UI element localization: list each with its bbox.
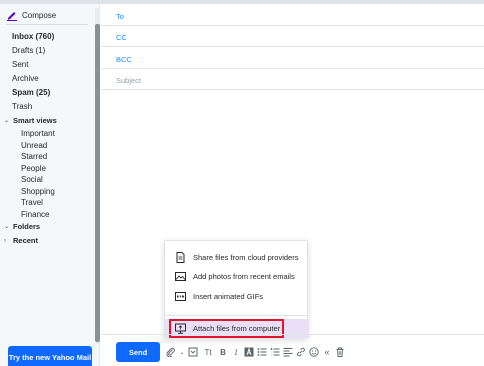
pencil-icon [7,12,17,21]
trash-icon[interactable] [335,346,345,358]
compose-label: Compose [22,10,57,20]
folders-toggle[interactable]: ⌄ Folders [4,220,57,234]
smart-views-toggle[interactable]: ⌄ Smart views [4,114,57,128]
chevron-down-icon: ⌄ [4,118,10,124]
sidebar-item-shopping[interactable]: Shopping [12,186,57,198]
image-icon [175,272,186,281]
to-field[interactable]: To [101,5,484,26]
chevron-down-icon[interactable]: ⌄ [179,346,185,358]
try-new-yahoo-mail-button[interactable]: Try the new Yahoo Mail [8,346,92,366]
attach-menu: Share files from cloud providers Add pho… [164,240,309,338]
formatting-toolbar: ⌄ Tt B I « [166,345,345,359]
text-size-icon[interactable]: Tt [201,346,215,358]
sidebar-scrollbar-thumb[interactable] [95,24,100,342]
chevron-right-icon: › [4,238,6,244]
subject-field[interactable]: Subject [101,69,484,90]
sidebar-item-trash[interactable]: Trash [12,100,57,114]
sidebar-item-inbox[interactable]: Inbox (760) [12,30,57,44]
sidebar-item-important[interactable]: Important [12,128,57,140]
toolbar-divider [101,334,484,335]
sidebar-item-spam[interactable]: Spam (25) [12,86,57,100]
menu-item-share-cloud[interactable]: Share files from cloud providers [165,248,309,267]
numbered-list-icon[interactable] [270,346,280,358]
menu-item-insert-gifs[interactable]: Insert animated GIFs [165,287,309,306]
paperclip-icon[interactable] [166,346,176,358]
sidebar-item-people[interactable]: People [12,163,57,175]
italic-icon[interactable]: I [231,346,241,358]
sidebar-item-unread[interactable]: Unread [12,140,57,152]
sidebar-item-archive[interactable]: Archive [12,72,57,86]
cc-label: CC [116,33,127,42]
bcc-label: BCC [116,55,132,64]
emoji-icon[interactable] [309,346,319,358]
to-label: To [116,12,124,21]
bold-icon[interactable]: B [218,346,228,358]
sidebar: Compose Inbox (760) Drafts (1) Sent Arch… [0,4,100,366]
text-color-icon[interactable] [244,346,254,358]
menu-item-label: Share files from cloud providers [193,253,299,262]
menu-item-attach-from-computer[interactable]: Attach files from computer [165,319,309,338]
menu-item-label: Insert animated GIFs [193,292,264,301]
document-icon [176,252,185,263]
link-icon[interactable] [296,346,306,358]
recent-toggle[interactable]: › Recent [4,234,57,248]
compose-divider [6,24,88,25]
sidebar-item-finance[interactable]: Finance [12,209,57,221]
sidebar-item-sent[interactable]: Sent [12,58,57,72]
recent-section-label: Recent [13,236,39,245]
smart-views-label: Smart views [13,116,57,125]
gif-icon [175,292,186,301]
sidebar-item-drafts[interactable]: Drafts (1) [12,44,57,58]
computer-icon [175,323,186,334]
subject-placeholder: Subject [116,76,142,85]
sidebar-item-travel[interactable]: Travel [12,197,57,209]
menu-divider [165,315,307,316]
bcc-field[interactable]: BCC [101,48,484,69]
sidebar-item-social[interactable]: Social [12,174,57,186]
compose-button[interactable]: Compose [6,8,56,22]
stationery-icon[interactable] [188,346,198,358]
send-button[interactable]: Send [116,342,160,362]
menu-item-label: Add photos from recent emails [193,272,295,281]
sidebar-item-starred[interactable]: Starred [12,151,57,163]
align-icon[interactable] [283,346,293,358]
menu-item-label: Attach files from computer [193,324,281,333]
chevron-down-icon: ⌄ [4,224,10,230]
cc-field[interactable]: CC [101,26,484,47]
menu-item-add-photos[interactable]: Add photos from recent emails [165,267,309,286]
bulleted-list-icon[interactable] [257,346,267,358]
more-icon[interactable]: « [322,346,332,358]
folder-nav: Inbox (760) Drafts (1) Sent Archive Spam… [4,30,57,248]
folders-section-label: Folders [13,222,41,231]
